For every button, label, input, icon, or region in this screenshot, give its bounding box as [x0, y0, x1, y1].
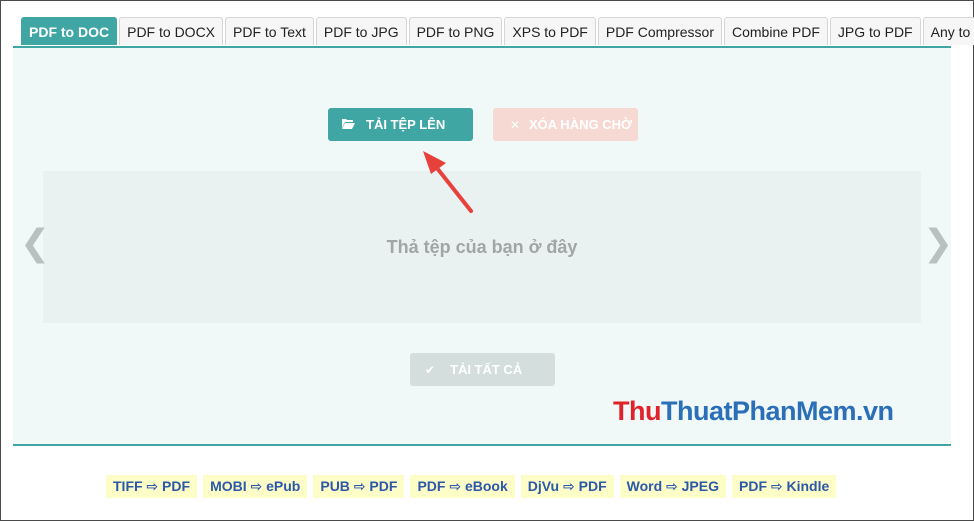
upload-files-button[interactable]: TẢI TỆP LÊN	[328, 108, 473, 141]
upload-button-label: TẢI TỆP LÊN	[366, 117, 446, 132]
tab-pdf-to-jpg[interactable]: PDF to JPG	[315, 17, 407, 45]
tab-pdf-to-png[interactable]: PDF to PNG	[408, 17, 503, 45]
close-icon: ✕	[509, 117, 521, 132]
download-all-label: TẢI TẤT CẢ	[450, 362, 523, 377]
converter-panel: TẢI TỆP LÊN ✕ XÓA HÀNG CHỜ Thả tệp của b…	[13, 46, 953, 446]
watermark-part-1: Thu	[613, 396, 661, 426]
tab-pdf-compressor[interactable]: PDF Compressor	[597, 17, 722, 45]
link-pdf-to-ebook[interactable]: PDF ⇨ eBook	[410, 475, 515, 498]
tab-xps-to-pdf[interactable]: XPS to PDF	[504, 17, 596, 45]
tab-pdf-to-doc[interactable]: PDF to DOC	[21, 17, 118, 45]
check-icon: ✔	[424, 362, 436, 377]
site-watermark: ThuThuatPhanMem.vn	[613, 396, 894, 427]
carousel-next-icon[interactable]: ❯	[923, 223, 953, 263]
link-tiff-to-pdf[interactable]: TIFF ⇨ PDF	[106, 475, 198, 498]
tab-jpg-to-pdf[interactable]: JPG to PDF	[829, 17, 921, 45]
link-word-to-jpeg[interactable]: Word ⇨ JPEG	[619, 475, 726, 498]
link-pdf-to-kindle[interactable]: PDF ⇨ Kindle	[732, 475, 837, 498]
carousel-prev-icon[interactable]: ❮	[20, 223, 50, 263]
watermark-part-2: Thuat	[660, 396, 733, 426]
folder-open-icon	[334, 118, 362, 132]
tab-combine-pdf[interactable]: Combine PDF	[724, 17, 828, 45]
link-mobi-to-epub[interactable]: MOBI ⇨ ePub	[203, 475, 308, 498]
file-dropzone[interactable]: Thả tệp của bạn ở đây	[43, 171, 921, 323]
clear-button-label: XÓA HÀNG CHỜ	[529, 117, 633, 132]
link-djvu-to-pdf[interactable]: DjVu ⇨ PDF	[520, 475, 614, 498]
tab-pdf-to-text[interactable]: PDF to Text	[225, 17, 314, 45]
tab-any-to-pdf[interactable]: Any to PDF	[922, 17, 974, 45]
link-pub-to-pdf[interactable]: PUB ⇨ PDF	[313, 475, 405, 498]
related-converters: TIFF ⇨ PDF MOBI ⇨ ePub PUB ⇨ PDF PDF ⇨ e…	[106, 475, 842, 498]
clear-queue-button[interactable]: ✕ XÓA HÀNG CHỜ	[493, 108, 638, 141]
conversion-tabs: PDF to DOC PDF to DOCX PDF to Text PDF t…	[21, 17, 974, 46]
tab-pdf-to-docx[interactable]: PDF to DOCX	[119, 17, 224, 45]
watermark-part-3: PhanMem.vn	[731, 396, 894, 426]
dropzone-text: Thả tệp của bạn ở đây	[386, 236, 578, 257]
download-all-button[interactable]: ✔ TẢI TẤT CẢ	[410, 353, 555, 386]
